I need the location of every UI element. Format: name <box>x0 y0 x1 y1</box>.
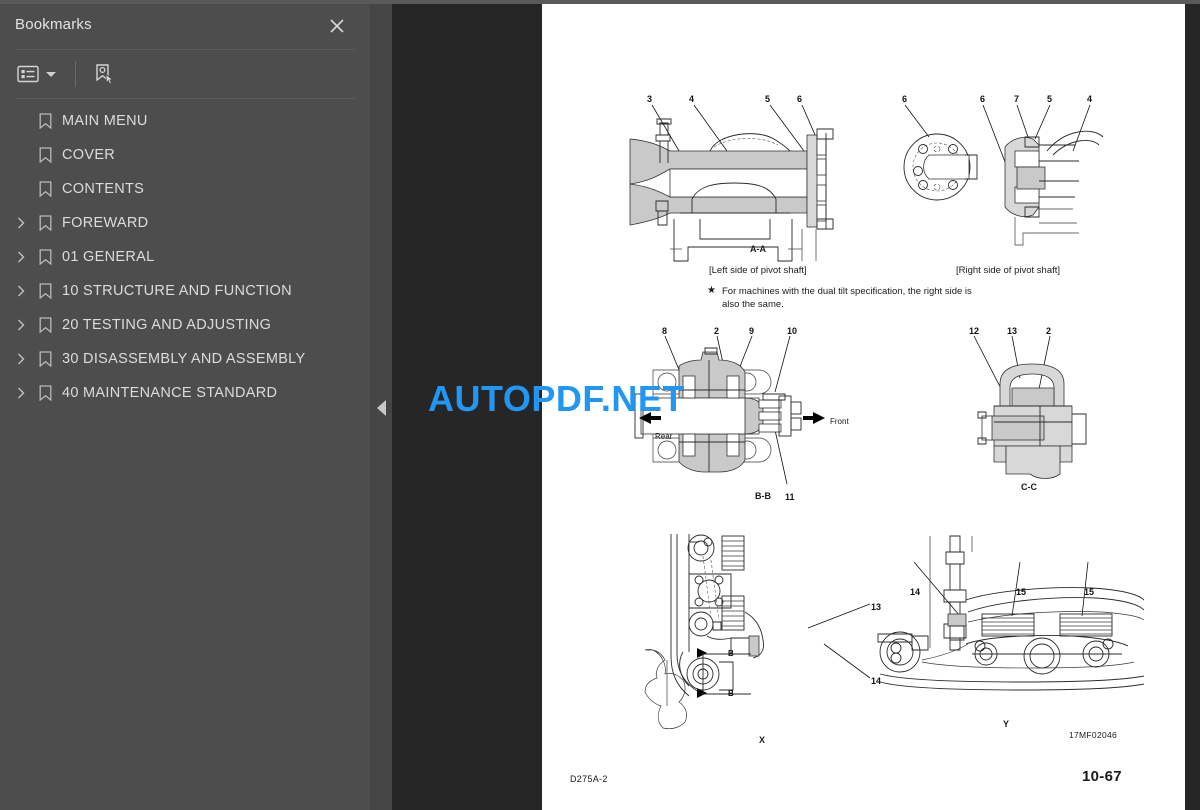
bookmark-label: FOREWARD <box>62 215 149 231</box>
bookmark-label: COVER <box>62 147 116 163</box>
sidebar-title: Bookmarks <box>15 16 92 33</box>
callout-6-flange: 6 <box>902 94 908 104</box>
callout-b-lower: B <box>728 689 734 698</box>
bookmark-icon <box>32 113 58 129</box>
callout-8: 8 <box>662 326 668 336</box>
callout-4: 4 <box>689 94 695 104</box>
chevron-right-icon[interactable] <box>10 376 32 410</box>
callout-13-cc: 13 <box>1007 326 1018 336</box>
footer-document-code: D275A-2 <box>570 774 608 784</box>
bookmark-item-20-testing-and-adjusting[interactable]: 20 TESTING AND ADJUSTING <box>0 308 370 342</box>
callout-6-section: 6 <box>980 94 986 104</box>
bookmark-item-foreward[interactable]: FOREWARD <box>0 206 370 240</box>
twisty-placeholder <box>10 104 32 138</box>
divider-toolbar <box>15 98 355 99</box>
twisty-placeholder <box>10 138 32 172</box>
list-options-icon[interactable] <box>17 65 56 83</box>
callout-b-upper: B <box>728 649 734 658</box>
bookmark-label: 10 STRUCTURE AND FUNCTION <box>62 283 292 299</box>
callout-4-right: 4 <box>1087 94 1093 104</box>
callout-7: 7 <box>1014 94 1020 104</box>
close-icon[interactable] <box>324 13 350 39</box>
bookmark-icon <box>32 181 58 197</box>
bookmark-item-main-menu[interactable]: MAIN MENU <box>0 104 370 138</box>
bookmark-item-01-general[interactable]: 01 GENERAL <box>0 240 370 274</box>
direction-label-rear: Rear <box>655 432 673 441</box>
drawing-number: 17MF02046 <box>1069 730 1118 740</box>
bookmark-icon <box>32 249 58 265</box>
figure-section-b-b <box>634 335 825 485</box>
callout-14-y: 14 <box>910 587 921 597</box>
bookmark-item-30-disassembly-and-assembly[interactable]: 30 DISASSEMBLY AND ASSEMBLY <box>0 342 370 376</box>
bookmarks-sidebar: Bookmarks MAIN MENU COVER CONTENTS FOREW… <box>0 4 370 810</box>
chevron-right-icon[interactable] <box>10 240 32 274</box>
callout-2-bb: 2 <box>714 326 720 336</box>
pdf-page: 3 4 5 6 A-A [Left side of pivot shaft] ★… <box>542 4 1185 810</box>
view-label-x: X <box>759 735 766 745</box>
bookmark-item-40-maintenance-standard[interactable]: 40 MAINTENANCE STANDARD <box>0 376 370 410</box>
direction-label-front: Front <box>830 417 849 426</box>
chevron-right-icon[interactable] <box>10 342 32 376</box>
section-label-a-a: A-A <box>750 244 766 254</box>
figure-view-y <box>877 535 1145 691</box>
bookmark-label: 01 GENERAL <box>62 249 155 265</box>
bookmark-icon <box>32 385 58 401</box>
collapse-left-triangle-icon[interactable] <box>377 400 386 416</box>
pdf-page-viewport[interactable]: 3 4 5 6 A-A [Left side of pivot shaft] ★… <box>392 4 1200 810</box>
chevron-right-icon[interactable] <box>10 206 32 240</box>
footer-page-number: 10-67 <box>1082 768 1122 785</box>
bookmark-item-10-structure-and-function[interactable]: 10 STRUCTURE AND FUNCTION <box>0 274 370 308</box>
chevron-right-icon[interactable] <box>10 274 32 308</box>
callout-10: 10 <box>787 326 798 336</box>
callout-12: 12 <box>969 326 980 336</box>
callout-15-a: 15 <box>1016 587 1027 597</box>
bookmark-label: 20 TESTING AND ADJUSTING <box>62 317 272 333</box>
twisty-placeholder <box>10 172 32 206</box>
bookmark-label: MAIN MENU <box>62 113 148 129</box>
callout-6: 6 <box>797 94 803 104</box>
sidebar-header: Bookmarks <box>0 4 370 46</box>
note-text: For machines with the dual tilt specific… <box>722 286 972 310</box>
bookmark-list: MAIN MENU COVER CONTENTS FOREWARD 01 GEN… <box>0 104 370 410</box>
section-label-c-c: C-C <box>1021 482 1037 492</box>
bookmark-pointer-icon[interactable] <box>93 63 115 85</box>
pdf-viewer-window: Bookmarks MAIN MENU COVER CONTENTS FOREW… <box>0 0 1200 810</box>
callout-2-cc: 2 <box>1046 326 1052 336</box>
figure-section-a-a <box>629 104 834 262</box>
bookmark-label: 40 MAINTENANCE STANDARD <box>62 385 278 401</box>
bookmark-icon <box>32 317 58 333</box>
figure-right-side-pivot-shaft <box>903 104 1104 246</box>
bookmark-item-contents[interactable]: CONTENTS <box>0 172 370 206</box>
callout-9: 9 <box>749 326 755 336</box>
caption-left-pivot: [Left side of pivot shaft] <box>709 265 807 276</box>
note-bullet: ★ <box>707 285 716 296</box>
view-x-leaders <box>807 603 871 679</box>
view-label-y: Y <box>1003 719 1010 729</box>
bookmark-label: CONTENTS <box>62 181 145 197</box>
callout-15-b: 15 <box>1084 587 1095 597</box>
bookmarks-toolbar <box>0 52 370 96</box>
divider-top <box>15 49 355 50</box>
toolbar-divider <box>75 61 76 87</box>
section-label-b-b: B-B <box>755 491 771 501</box>
bookmark-icon <box>32 215 58 231</box>
bookmark-item-cover[interactable]: COVER <box>0 138 370 172</box>
figure-section-c-c <box>973 335 1087 479</box>
bookmark-label: 30 DISASSEMBLY AND ASSEMBLY <box>62 351 306 367</box>
caption-right-pivot: [Right side of pivot shaft] <box>956 265 1061 276</box>
sidebar-splitter[interactable] <box>370 4 392 810</box>
callout-5-right: 5 <box>1047 94 1053 104</box>
callout-3: 3 <box>647 94 653 104</box>
bookmark-icon <box>32 283 58 299</box>
chevron-right-icon[interactable] <box>10 308 32 342</box>
callout-5: 5 <box>765 94 771 104</box>
bookmark-icon <box>32 351 58 367</box>
front-arrow <box>803 412 825 424</box>
bookmark-icon <box>32 147 58 163</box>
chevron-down-icon[interactable] <box>46 71 56 77</box>
callout-11: 11 <box>785 492 795 502</box>
